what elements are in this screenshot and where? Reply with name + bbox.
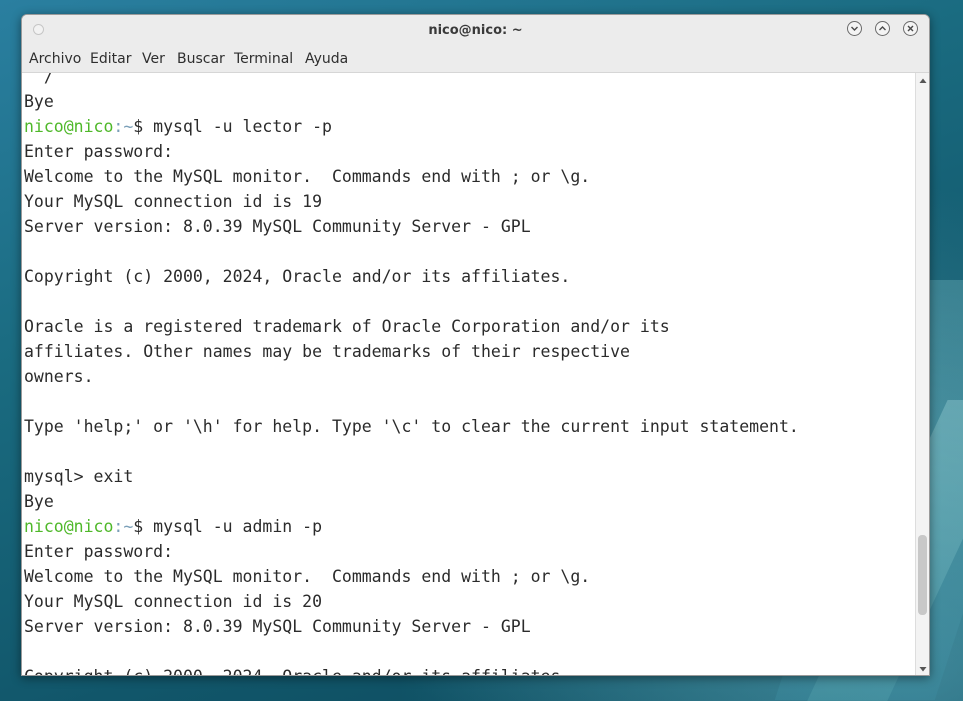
- scroll-down-button[interactable]: [916, 661, 929, 675]
- terminal-line: Welcome to the MySQL monitor. Commands e…: [24, 167, 591, 186]
- maximize-button[interactable]: [875, 21, 890, 36]
- terminal-line: Welcome to the MySQL monitor. Commands e…: [24, 567, 591, 586]
- title-bar[interactable]: nico@nico: ~: [22, 15, 929, 46]
- chevron-up-icon: [879, 26, 886, 31]
- window-title: nico@nico: ~: [428, 23, 523, 38]
- terminal-line: Your MySQL connection id is 19: [24, 192, 323, 211]
- prompt-user: nico@nico: [24, 517, 114, 536]
- terminal-line: Copyright (c) 2000, 2024, Oracle and/or …: [24, 664, 799, 675]
- menu-ayuda[interactable]: Ayuda: [305, 46, 348, 72]
- terminal-prompt-line: nico@nico:~$ mysql -u lector -p: [24, 114, 799, 139]
- terminal-window: nico@nico: ~ Archivo Editar Ver Buscar T…: [21, 14, 930, 676]
- close-icon: [907, 25, 914, 32]
- terminal-prompt-line: nico@nico:~$ mysql -u admin -p: [24, 514, 799, 539]
- terminal-line: owners.: [24, 367, 94, 386]
- menu-ver[interactable]: Ver: [142, 46, 165, 72]
- prompt-command: $ mysql -u lector -p: [133, 117, 332, 136]
- prompt-command: $ mysql -u admin -p: [133, 517, 323, 536]
- terminal-line: Enter password:: [24, 142, 174, 161]
- terminal-line: Your MySQL connection id is 20: [24, 592, 323, 611]
- terminal-lines: / Bye nico@nico:~$ mysql -u lector -p Enter…: [24, 73, 799, 675]
- arrow-down-icon: [919, 667, 927, 672]
- terminal-line: /: [24, 73, 54, 86]
- terminal-line: Oracle is a registered trademark of Orac…: [24, 317, 670, 336]
- menu-archivo[interactable]: Archivo: [29, 46, 81, 72]
- terminal-line: Type 'help;' or '\h' for help. Type '\c'…: [24, 417, 799, 436]
- menu-terminal[interactable]: Terminal: [234, 46, 293, 72]
- menu-editar[interactable]: Editar: [90, 46, 131, 72]
- vertical-scrollbar[interactable]: [915, 73, 929, 675]
- chevron-down-icon: [851, 26, 858, 31]
- terminal-line: Bye: [24, 492, 54, 511]
- menu-buscar[interactable]: Buscar: [177, 46, 225, 72]
- terminal-output[interactable]: / Bye nico@nico:~$ mysql -u lector -p Enter…: [22, 73, 915, 675]
- prompt-path: :~: [113, 117, 134, 136]
- prompt-user: nico@nico: [24, 117, 114, 136]
- terminal-line: mysql> exit: [24, 467, 134, 486]
- terminal-line: Bye: [24, 92, 54, 111]
- arrow-up-icon: [919, 78, 927, 83]
- close-button[interactable]: [903, 21, 918, 36]
- scrollbar-thumb[interactable]: [918, 534, 927, 616]
- scroll-up-button[interactable]: [916, 73, 929, 87]
- prompt-path: :~: [113, 517, 134, 536]
- terminal-line: Server version: 8.0.39 MySQL Community S…: [24, 217, 531, 236]
- terminal-line: Copyright (c) 2000, 2024, Oracle and/or …: [24, 267, 571, 286]
- terminal-line: Server version: 8.0.39 MySQL Community S…: [24, 617, 531, 636]
- menu-bar: Archivo Editar Ver Buscar Terminal Ayuda: [22, 46, 929, 73]
- terminal-line: Enter password:: [24, 542, 174, 561]
- terminal-line: affiliates. Other names may be trademark…: [24, 342, 630, 361]
- minimize-button[interactable]: [847, 21, 862, 36]
